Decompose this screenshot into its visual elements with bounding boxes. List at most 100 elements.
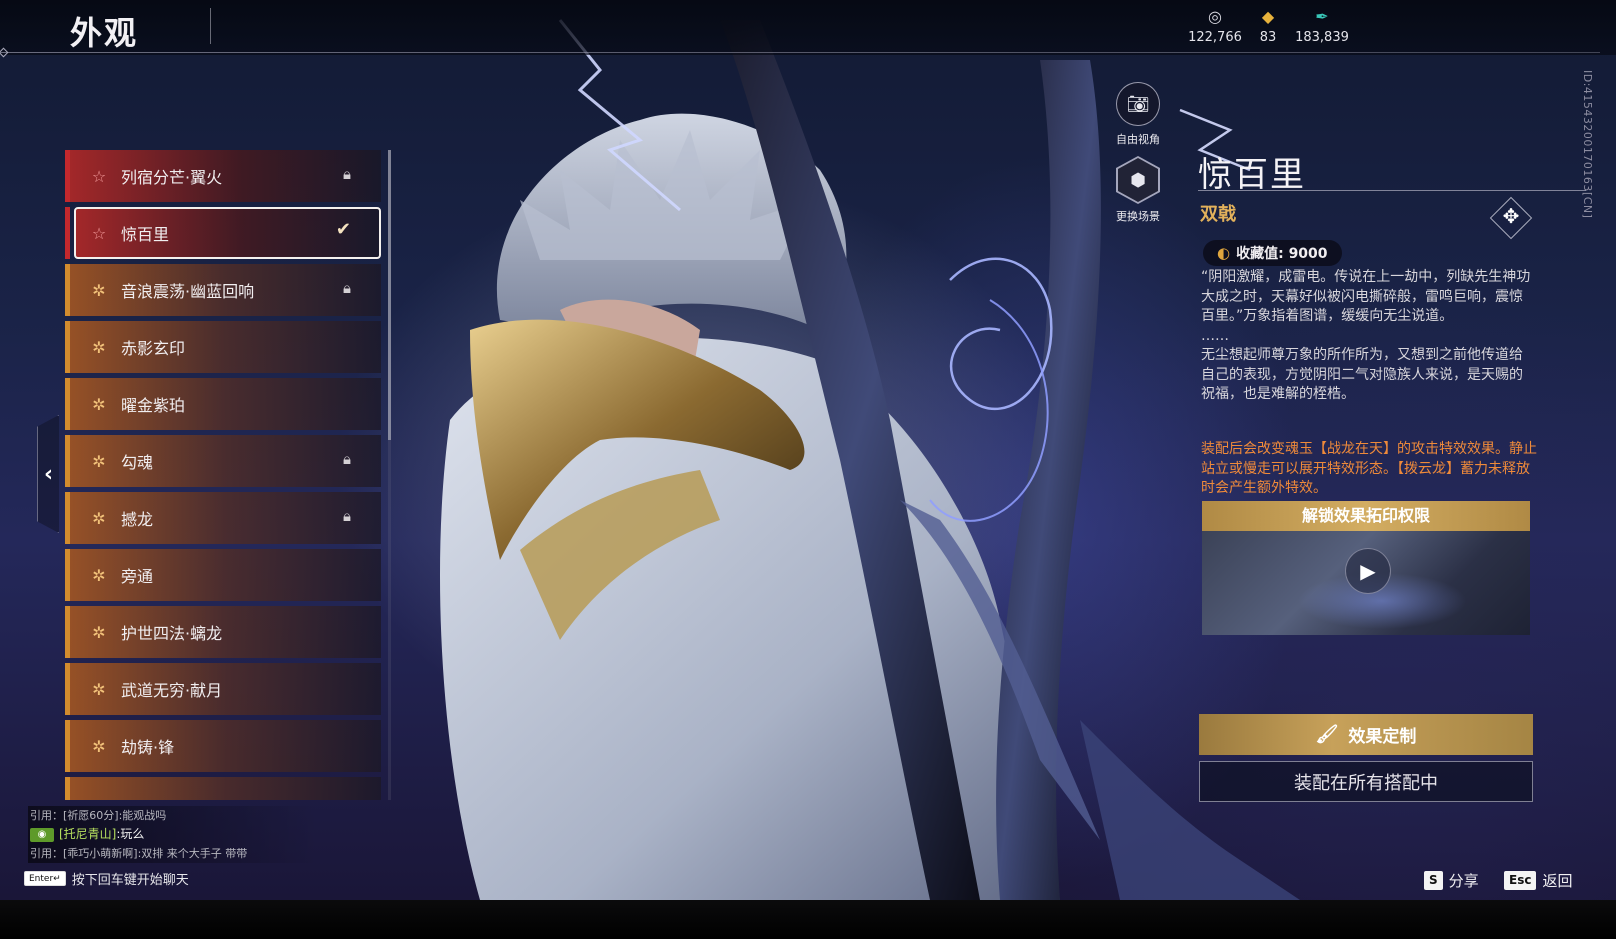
- back-label: 返回: [1542, 872, 1573, 890]
- list-item-selected[interactable]: ☆ 惊百里 ✔: [65, 207, 381, 259]
- build-id: ID:4154320017016​3[CN]: [1581, 70, 1594, 219]
- burst-icon: ✲: [92, 337, 106, 357]
- description-paragraph: 无尘想起师尊万象的所作所为，又想到之前他传道给自己的表现，方觉阴阳二气对隐族人来…: [1201, 347, 1523, 402]
- burst-icon: ✲: [92, 565, 106, 585]
- burst-icon: ✲: [92, 394, 106, 414]
- lock-icon: 🔒︎: [343, 165, 351, 183]
- play-icon[interactable]: ▶: [1345, 548, 1391, 594]
- esc-key-icon: Esc: [1504, 871, 1537, 890]
- star-icon: ☆: [91, 166, 107, 186]
- chat-enter-hint[interactable]: Enter↵ 按下回车键开始聊天: [24, 869, 189, 888]
- s-key-icon: S: [1424, 871, 1443, 890]
- change-scene-label: 更换场景: [1116, 210, 1160, 223]
- free-view-button[interactable]: 📷︎: [1116, 82, 1160, 126]
- currency-value: 183,839: [1295, 30, 1349, 45]
- free-view-label: 自由视角: [1116, 133, 1160, 146]
- list-item[interactable]: ✲ 撼龙 🔒︎: [65, 492, 381, 544]
- description-ellipsis: ……: [1201, 327, 1229, 344]
- collapse-arrow-button[interactable]: ‹: [37, 415, 59, 533]
- item-label: 武道无穷·献月: [121, 681, 223, 700]
- customize-label: 效果定制: [1348, 727, 1417, 747]
- move-arrows-icon: ✥: [1502, 204, 1520, 228]
- list-item[interactable]: ✲ 护世四法·螭龙: [65, 606, 381, 658]
- rarity-bar: [65, 207, 70, 259]
- chat-message: 引用：[乖巧小萌新啊]:双排 来个大手子 带带: [28, 844, 318, 863]
- item-label: 列宿分芒·翼火: [121, 168, 223, 187]
- chat-sender[interactable]: [托尼青山]: [59, 827, 116, 841]
- item-description: “阴阳激耀，成雷电。传说在上一劫中，列缺先生神功大成之时，天幕好似被闪电撕碎般，…: [1201, 268, 1536, 405]
- ingot-icon: ◆: [1261, 7, 1275, 26]
- appearance-list: ☆ 列宿分芒·翼火 🔒︎ ☆ 惊百里 ✔ ✲ 音浪震荡·幽蓝回响 🔒︎ ✲ 赤影…: [65, 150, 395, 800]
- chat-message: ◉ [托尼青山]:玩么: [28, 825, 318, 844]
- effect-description: 装配后会改变魂玉【战龙在天】的攻击特效效果。静止站立或慢走可以展开特效形态。【拨…: [1201, 441, 1537, 496]
- item-label: 赤影玄印: [121, 339, 186, 358]
- burst-icon: ✲: [92, 508, 106, 528]
- item-background: [70, 492, 381, 544]
- lock-icon: 🔒︎: [343, 279, 351, 297]
- list-item-partial[interactable]: [65, 777, 381, 800]
- chevron-left-icon: ‹: [43, 461, 54, 487]
- item-background: [70, 606, 381, 658]
- list-item[interactable]: ✲ 武道无穷·献月: [65, 663, 381, 715]
- item-label: 音浪震荡·幽蓝回响: [121, 282, 255, 301]
- back-hotkey[interactable]: Esc 返回: [1504, 870, 1572, 891]
- item-background: [70, 549, 381, 601]
- item-background: [70, 663, 381, 715]
- burst-icon: ✲: [92, 451, 106, 471]
- list-item[interactable]: ✲ 勾魂 🔒︎: [65, 435, 381, 487]
- item-label: 惊百里: [121, 225, 170, 244]
- collect-icon: ◐: [1217, 244, 1231, 262]
- chat-text: :玩么: [116, 827, 145, 841]
- list-item[interactable]: ✲ 赤影玄印: [65, 321, 381, 373]
- burst-icon: ✲: [92, 280, 106, 300]
- coin-icon: ◎: [1208, 7, 1222, 26]
- item-type: 双戟: [1200, 204, 1236, 225]
- equip-all-button[interactable]: 装配在所有搭配中: [1199, 761, 1533, 802]
- collect-value: 收藏值: 9000: [1236, 246, 1328, 262]
- item-name: 惊百里: [1198, 155, 1306, 195]
- list-item[interactable]: ✲ 音浪震荡·幽蓝回响 🔒︎: [65, 264, 381, 316]
- currency-feather[interactable]: ✒ 183,839: [1287, 8, 1357, 46]
- team-icon: ◉: [30, 827, 54, 842]
- top-bar: [0, 0, 1616, 55]
- item-background: [70, 378, 381, 430]
- list-item[interactable]: ✲ 旁通: [65, 549, 381, 601]
- item-background: [70, 777, 381, 800]
- item-background: [70, 720, 381, 772]
- chat-message: 引用：[祈愿60分]:能观战吗: [28, 806, 318, 825]
- share-label: 分享: [1448, 872, 1479, 890]
- page-title: 外观: [70, 14, 139, 52]
- item-label: 旁通: [121, 567, 154, 586]
- item-label: 护世四法·螭龙: [121, 624, 223, 643]
- title-separator: [210, 8, 211, 44]
- top-divider: [0, 52, 1600, 53]
- scene-bottom-strip: [0, 900, 1616, 939]
- item-background: [70, 321, 381, 373]
- brush-icon: 🖌︎: [1315, 724, 1339, 745]
- collect-value-badge: ◐ 收藏值: 9000: [1203, 240, 1342, 266]
- list-item[interactable]: ✲ 曜金紫珀: [65, 378, 381, 430]
- unlock-effect-banner[interactable]: 解锁效果拓印权限: [1202, 501, 1530, 531]
- item-label: 勾魂: [121, 453, 154, 472]
- item-background: [70, 150, 381, 202]
- lock-icon: 🔒︎: [343, 450, 351, 468]
- item-label: 撼龙: [121, 510, 154, 529]
- cube-icon: ⬢: [1130, 169, 1146, 191]
- burst-icon: ✲: [92, 679, 106, 699]
- list-item[interactable]: ✲ 劫铸·锋: [65, 720, 381, 772]
- chat-hint-text: 按下回车键开始聊天: [71, 873, 189, 888]
- item-background: [70, 435, 381, 487]
- burst-icon: ✲: [92, 622, 106, 642]
- item-label: 曜金紫珀: [121, 396, 186, 415]
- lock-icon: 🔒︎: [343, 507, 351, 525]
- enter-key-icon: Enter↵: [24, 871, 66, 886]
- item-label: 劫铸·锋: [121, 738, 175, 757]
- name-divider: [1198, 190, 1586, 191]
- chat-panel: 引用：[祈愿60分]:能观战吗 ◉ [托尼青山]:玩么 引用：[乖巧小萌新啊]:双…: [28, 806, 318, 863]
- camera-icon: 📷︎: [1126, 93, 1150, 115]
- burst-icon: ✲: [92, 736, 106, 756]
- share-hotkey[interactable]: S 分享: [1424, 870, 1479, 891]
- effect-customize-button[interactable]: 🖌︎ 效果定制: [1199, 714, 1533, 755]
- list-item[interactable]: ☆ 列宿分芒·翼火 🔒︎: [65, 150, 381, 202]
- checkmark-icon: ✔: [335, 219, 351, 240]
